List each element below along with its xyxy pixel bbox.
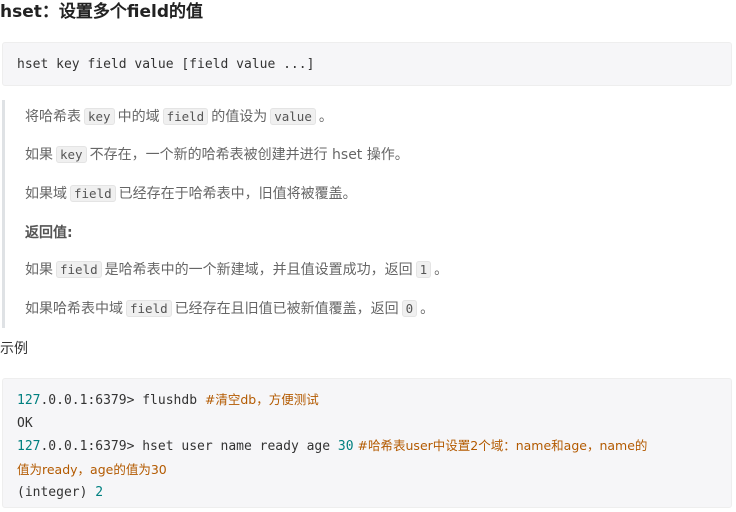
text: 不存在，一个新的哈希表被创建并进行 hset 操作。 <box>89 147 409 163</box>
code-comment: 值为ready，age的值为30 <box>17 461 167 477</box>
inline-code-one: 1 <box>415 261 432 278</box>
return-value-heading: 返回值: <box>25 225 73 241</box>
inline-code-zero: 0 <box>401 300 418 317</box>
code-line-3: 127.0.0.1:6379> hset user name ready age… <box>17 435 717 459</box>
inline-code-key: key <box>84 108 115 125</box>
example-label: 示例 <box>0 341 28 357</box>
page-title: hset：设置多个field的值 <box>0 2 204 22</box>
description-line-5: 如果 field 是哈希表中的一个新建域，并且值设置成功，返回 1。 <box>25 259 448 281</box>
code-text: (integer) <box>17 485 96 500</box>
description-line-3: 如果域 field 已经存在于哈希表中，旧值将被覆盖。 <box>25 183 357 205</box>
description-line-2: 如果 key 不存在，一个新的哈希表被创建并进行 hset 操作。 <box>25 144 409 166</box>
code-example-block: 127.0.0.1:6379> flushdb #清空db，方便测试 OK 12… <box>2 378 732 508</box>
text: 将哈希表 <box>25 109 81 125</box>
text: 如果域 <box>25 186 67 202</box>
description-line-6: 如果哈希表中域 field 已经存在且旧值已被新值覆盖，返回 0。 <box>25 298 434 320</box>
inline-code-field: field <box>162 108 209 125</box>
code-text: .0.0.1:6379> flushdb <box>40 393 205 408</box>
code-number: 30 <box>337 439 354 454</box>
text: 。 <box>318 109 333 125</box>
text: 如果 <box>25 262 53 278</box>
code-line-1: 127.0.0.1:6379> flushdb #清空db，方便测试 <box>17 389 717 413</box>
text: 如果哈希表中域 <box>25 301 123 317</box>
text: 是哈希表中的一个新建域，并且值设置成功，返回 <box>104 262 413 278</box>
code-number: 127 <box>17 439 41 454</box>
inline-code-field: field <box>70 185 116 202</box>
text: 。 <box>434 262 449 278</box>
code-number: 127 <box>17 393 41 408</box>
text: 如果 <box>25 147 53 163</box>
text: 已经存在且旧值已被新值覆盖，返回 <box>174 301 399 317</box>
description-line-1: 将哈希表 key 中的域 field 的值设为 value。 <box>25 106 333 128</box>
description-blockquote: 将哈希表 key 中的域 field 的值设为 value。 如果 key 不存在，一个新的哈… <box>2 100 732 328</box>
text: 的值设为 <box>211 109 268 125</box>
inline-code-value: value <box>270 108 316 125</box>
inline-code-field: field <box>126 300 172 317</box>
code-text: .0.0.1:6379> hset user name ready age <box>40 439 338 454</box>
code-line-4: 值为ready，age的值为30 <box>17 459 717 483</box>
code-number: 2 <box>95 485 104 500</box>
text: 中的域 <box>117 109 160 125</box>
text: 。 <box>420 301 435 317</box>
syntax-block: hset key field value [field value ...] <box>2 42 732 86</box>
inline-code-key: key <box>56 146 87 163</box>
text: 已经存在于哈希表中，旧值将被覆盖。 <box>118 186 357 202</box>
code-line-5: (integer) 2 <box>17 482 717 505</box>
code-line-2: OK <box>17 415 33 431</box>
code-comment: #哈希表user中设置2个域：name和age，name的 <box>353 438 648 453</box>
code-comment: #清空db，方便测试 <box>204 392 319 407</box>
inline-code-field: field <box>56 261 102 278</box>
